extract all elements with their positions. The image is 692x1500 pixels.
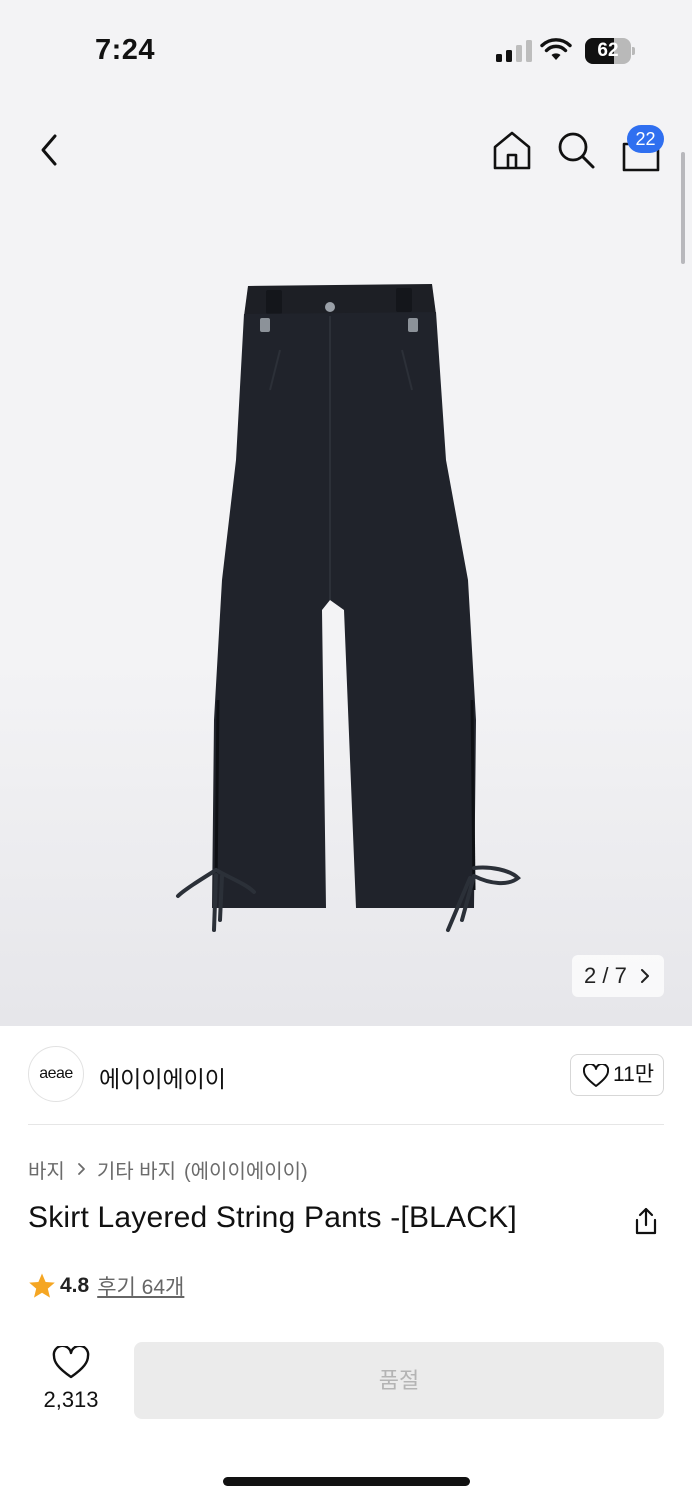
back-arrow-icon[interactable] xyxy=(30,128,70,172)
wishlist-count: 2,313 xyxy=(43,1387,99,1412)
heart-icon xyxy=(583,1064,609,1087)
product-title: Skirt Layered String Pants -[BLACK] xyxy=(28,1201,517,1234)
breadcrumb: 바지 기타 바지 (에이이에이이) xyxy=(28,1155,308,1183)
breadcrumb-subcategory[interactable]: 기타 바지 xyxy=(97,1155,176,1184)
chevron-right-icon xyxy=(77,1163,85,1175)
heart-icon xyxy=(52,1344,90,1379)
product-image-gallery[interactable]: 7:24 62 22 2 / 7 xyxy=(0,0,692,1026)
brand-row[interactable]: aeae 에이이에이이 11만 xyxy=(0,1026,692,1126)
cellular-signal-icon xyxy=(496,40,532,62)
reviews-link[interactable]: 후기 64개 xyxy=(97,1271,184,1301)
rating-value: 4.8 xyxy=(60,1274,90,1297)
scrollbar[interactable] xyxy=(681,152,685,264)
divider xyxy=(28,1124,664,1125)
share-icon[interactable] xyxy=(632,1206,660,1236)
breadcrumb-category[interactable]: 바지 xyxy=(28,1155,65,1184)
chevron-right-icon xyxy=(641,969,649,983)
brand-logo-text: aeae xyxy=(39,1065,73,1082)
product-photo[interactable] xyxy=(170,280,530,940)
rating-row: 4.8 후기 64개 xyxy=(28,1270,184,1302)
page-counter-text: 2 / 7 xyxy=(584,963,627,988)
battery-icon: 62 xyxy=(585,38,635,64)
wifi-icon xyxy=(540,38,572,60)
status-time: 7:24 xyxy=(95,34,156,66)
home-indicator[interactable] xyxy=(223,1477,470,1486)
brand-like-count: 11만 xyxy=(613,1063,655,1086)
search-icon[interactable] xyxy=(555,128,597,172)
image-page-counter[interactable]: 2 / 7 xyxy=(572,955,664,997)
brand-like-button[interactable]: 11만 xyxy=(570,1054,664,1096)
brand-name[interactable]: 에이이에이이 xyxy=(99,1060,226,1094)
home-icon[interactable] xyxy=(491,128,533,172)
wishlist-button[interactable]: 2,313 xyxy=(28,1344,114,1424)
status-bar: 7:24 62 xyxy=(0,0,692,100)
sold-out-button[interactable]: 품절 xyxy=(134,1342,664,1419)
star-icon xyxy=(29,1273,55,1298)
bottom-action-bar: 2,313 품절 xyxy=(0,1330,692,1500)
battery-level-text: 62 xyxy=(597,40,619,61)
brand-logo[interactable]: aeae xyxy=(28,1046,84,1102)
cart-count-badge: 22 xyxy=(627,125,664,153)
breadcrumb-brand[interactable]: (에이이에이이) xyxy=(184,1155,308,1184)
